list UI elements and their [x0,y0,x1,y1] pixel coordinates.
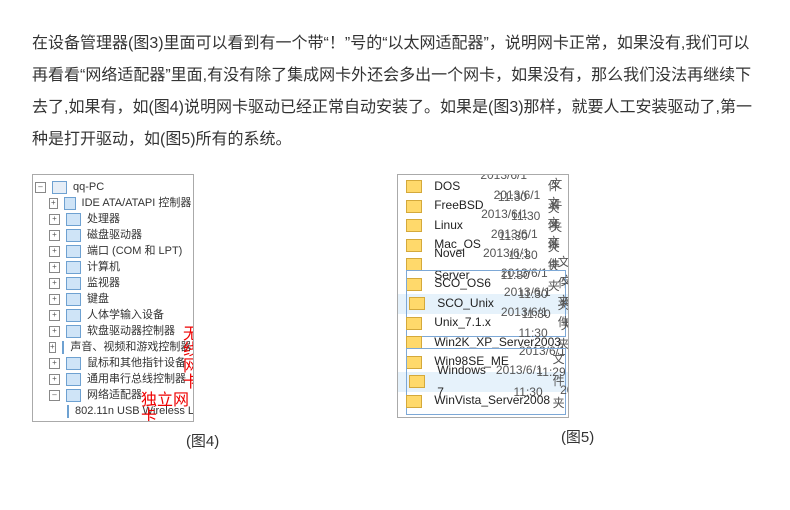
device-icon [66,309,81,322]
device-icon [62,341,65,354]
expand-icon[interactable]: + [49,358,60,369]
device-tree: 无线网卡 → 集成网卡 独立网卡 –qq-PC+IDE ATA/ATAPI 控制… [33,175,193,421]
tree-label: qq-PC [73,179,104,195]
device-icon [66,357,81,370]
tree-label: 监视器 [87,275,120,291]
expand-icon[interactable]: + [49,278,60,289]
expand-icon[interactable]: + [49,342,56,353]
expand-icon[interactable]: – [35,182,46,193]
body-paragraph: 在设备管理器(图3)里面可以看到有一个带“！”号的“以太网适配器”，说明网卡正常… [32,28,758,156]
anno-dedicated: 独立网卡 [141,393,193,421]
device-icon [66,293,81,306]
device-icon [66,213,81,226]
expand-icon[interactable]: + [49,326,60,337]
tree-node[interactable]: + 软盘驱动器控制器 [35,323,191,339]
tree-node[interactable]: + 监视器 [35,275,191,291]
tree-node[interactable]: + 计算机 [35,259,191,275]
tree-label: 声音、视频和游戏控制器 [70,339,191,355]
caption-right: (图5) [397,424,758,451]
folder-icon [406,395,422,408]
tree-label: 磁盘驱动器 [87,227,142,243]
tree-label: IDE ATA/ATAPI 控制器 [82,195,192,211]
device-icon [66,261,81,274]
device-icon [66,277,81,290]
folder-row[interactable]: WinVista_Server20082013/6/1 11:29文件夹 [398,392,568,412]
tree-node[interactable]: + 声音、视频和游戏控制器 [35,339,191,355]
expand-icon[interactable]: + [49,214,60,225]
figure-4: 无线网卡 → 集成网卡 独立网卡 –qq-PC+IDE ATA/ATAPI 控制… [32,174,194,422]
tree-label: 软盘驱动器控制器 [87,323,175,339]
device-icon [67,405,69,418]
expand-icon[interactable]: – [49,390,60,401]
device-icon [66,245,81,258]
device-icon [66,373,81,386]
expand-icon[interactable]: + [49,246,60,257]
tree-node[interactable]: + IDE ATA/ATAPI 控制器 [35,195,191,211]
tree-node[interactable]: + 磁盘驱动器 [35,227,191,243]
tree-label: 键盘 [87,291,109,307]
expand-icon[interactable]: + [49,230,60,241]
folder-list: DOS2013/6/1 11:30文件夹FreeBSD2013/6/1 11:3… [398,175,568,417]
tree-node[interactable]: + 鼠标和其他指针设备 [35,355,191,371]
folder-name: WinVista_Server2008 [434,390,550,412]
tree-node[interactable]: + 端口 (COM 和 LPT) [35,243,191,259]
caption-left: (图4) [32,428,373,455]
tree-node[interactable]: + 键盘 [35,291,191,307]
expand-icon[interactable]: + [49,262,60,273]
tree-label: 计算机 [87,259,120,275]
tree-label: 鼠标和其他指针设备 [87,355,186,371]
folder-date: 2013/6/1 11:29 [560,380,568,417]
expand-icon[interactable]: + [49,374,60,385]
tree-root[interactable]: – qq-PC [35,179,191,195]
device-icon [52,181,67,194]
device-icon [66,229,81,242]
figures-row: 无线网卡 → 集成网卡 独立网卡 –qq-PC+IDE ATA/ATAPI 控制… [32,174,758,455]
expand-icon[interactable]: + [49,310,60,321]
device-icon [66,325,81,338]
tree-label: 处理器 [87,211,120,227]
device-icon [66,389,81,402]
tree-label: 端口 (COM 和 LPT) [87,243,182,259]
expand-icon[interactable]: + [49,294,60,305]
tree-node[interactable]: + 处理器 [35,211,191,227]
tree-label: 人体学输入设备 [87,307,164,323]
tree-node[interactable]: + 通用串行总线控制器 [35,371,191,387]
anno-wireless: 无线网卡 [183,327,193,391]
device-icon [64,197,76,210]
tree-label: 通用串行总线控制器 [87,371,186,387]
expand-icon[interactable]: + [49,198,58,209]
figure-5: DOS2013/6/1 11:30文件夹FreeBSD2013/6/1 11:3… [397,174,569,418]
device-icon [67,421,69,422]
tree-label: 网络适配器 [87,387,142,403]
tree-node[interactable]: + 人体学输入设备 [35,307,191,323]
